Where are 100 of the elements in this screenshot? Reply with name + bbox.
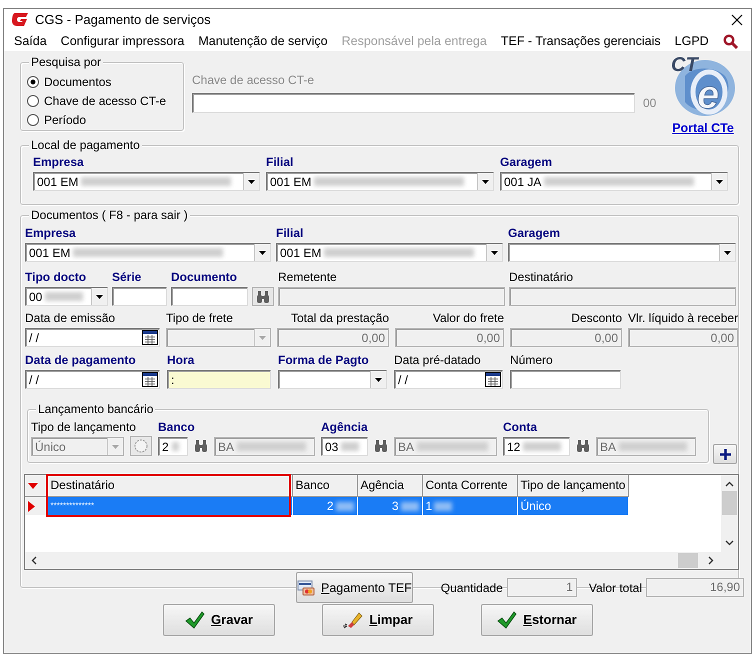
group-legend: Local de pagamento — [29, 138, 142, 152]
card-icon — [297, 580, 315, 596]
binoculars-icon — [256, 290, 270, 302]
calendar-icon[interactable] — [142, 372, 158, 387]
radio-button[interactable] — [27, 94, 39, 106]
input-field[interactable] — [171, 287, 248, 306]
field-label: Desconto — [571, 311, 622, 325]
calendar-icon[interactable] — [485, 372, 501, 387]
dropdown-field[interactable] — [278, 370, 387, 389]
table-cell: 2 — [292, 496, 357, 515]
circle-icon — [134, 439, 148, 453]
round-button[interactable] — [130, 436, 152, 456]
field-label: Série — [112, 270, 142, 284]
caret-icon — [724, 250, 731, 254]
field-label: Garagem — [508, 226, 560, 240]
field-label: Tipo de lançamento — [31, 420, 136, 434]
action-button[interactable]: Estornar — [481, 604, 593, 636]
caret-icon — [491, 250, 498, 254]
horizontal-scrollbar[interactable] — [25, 552, 738, 569]
triangle-right-icon — [28, 501, 35, 512]
dropdown-field[interactable]: 001 JA — [500, 172, 728, 191]
group-legend: Documentos ( F8 - para sair ) — [29, 208, 190, 222]
group-legend: Lançamento bancário — [36, 402, 156, 416]
scroll-up-icon[interactable] — [725, 481, 734, 487]
binoculars-icon[interactable] — [374, 440, 388, 452]
scroll-down-icon[interactable] — [725, 540, 734, 546]
triangle-down-icon — [28, 483, 38, 490]
date-field[interactable]: / / — [25, 370, 160, 389]
input-field[interactable]: 03 — [321, 437, 368, 456]
access-key-field[interactable] — [192, 93, 635, 113]
check-icon — [497, 611, 518, 629]
dropdown-field[interactable]: 00 — [25, 287, 108, 306]
dropdown-field[interactable] — [508, 243, 736, 262]
field-label: Quantidade — [440, 580, 503, 594]
field-label: Total da prestação — [290, 311, 389, 325]
field-label: Data de emissão — [25, 311, 116, 325]
time-field[interactable]: : — [167, 370, 271, 389]
field-label: Documento — [171, 270, 237, 284]
app-logo-icon — [12, 12, 29, 28]
field-label: Remetente — [278, 270, 337, 284]
menu-item[interactable]: Saída — [14, 34, 53, 48]
caret-icon — [259, 336, 266, 340]
caret-icon — [96, 294, 103, 298]
option-label: Chave de acesso CT-e — [44, 94, 166, 108]
input-field[interactable] — [510, 370, 621, 389]
column-header[interactable]: Tipo de lançamento — [517, 475, 629, 496]
column-header[interactable]: Destinatário — [47, 475, 292, 496]
action-button[interactable]: Gravar — [163, 604, 275, 636]
menu-item[interactable]: TEF - Transações gerenciais — [500, 34, 667, 48]
search-icon[interactable] — [722, 34, 738, 48]
input-field[interactable]: 12 — [503, 437, 570, 456]
action-button[interactable]: Limpar — [322, 604, 434, 636]
plus-icon — [720, 448, 730, 460]
group-legend: Pesquisa por — [29, 55, 104, 69]
dropdown-field[interactable]: 001 EM — [33, 172, 260, 191]
input-field[interactable]: 2 — [158, 437, 188, 456]
caret-icon — [375, 378, 382, 382]
field-suffix: 00 — [643, 96, 656, 110]
field-label: Tipo de frete — [166, 311, 233, 325]
dropdown-field[interactable]: 001 EM — [266, 172, 494, 191]
lookup-button[interactable] — [252, 287, 274, 306]
add-button[interactable] — [713, 444, 737, 464]
menu-item[interactable]: Manutenção de serviço — [198, 34, 334, 48]
calendar-icon[interactable] — [142, 330, 158, 345]
radio-button[interactable] — [27, 76, 39, 88]
option-label: Período — [44, 112, 86, 126]
date-field[interactable]: / / — [394, 370, 503, 389]
binoculars-icon[interactable] — [194, 440, 208, 452]
tef-payment-button[interactable]: Pagamento TEF — [296, 572, 413, 603]
caret-icon — [482, 180, 489, 184]
column-header[interactable]: Conta Corrente — [422, 475, 517, 496]
menu-item[interactable]: LGPD — [674, 34, 715, 48]
option-label: Documentos — [44, 74, 112, 88]
scroll-left-icon[interactable] — [31, 556, 37, 565]
scroll-right-icon[interactable] — [708, 556, 714, 565]
field-label: Empresa — [33, 155, 84, 169]
scroll-thumb[interactable] — [678, 553, 698, 568]
column-header[interactable]: Banco — [292, 475, 357, 496]
field-label: Garagem — [500, 155, 552, 169]
field-label: Banco — [158, 420, 195, 434]
field-label: Agência — [321, 420, 368, 434]
vertical-scrollbar[interactable] — [721, 475, 738, 552]
caret-icon — [716, 180, 723, 184]
dropdown-field[interactable]: 001 EM — [276, 243, 503, 262]
field-label: Data de pagamento — [25, 353, 136, 367]
quantity-field: 1 — [506, 578, 577, 597]
scroll-thumb[interactable] — [722, 491, 737, 515]
portal-link[interactable]: Portal CTe — [672, 121, 734, 135]
close-icon[interactable] — [731, 14, 743, 26]
date-field[interactable]: / / — [25, 328, 160, 347]
input-field[interactable] — [112, 287, 167, 306]
radio-button[interactable] — [27, 114, 39, 126]
caret-icon — [112, 444, 119, 448]
binoculars-icon[interactable] — [576, 440, 590, 452]
eraser-icon — [343, 611, 364, 629]
row-indicator[interactable] — [25, 496, 47, 515]
table-cell: 3 — [357, 496, 422, 515]
menu-item[interactable]: Configurar impressora — [60, 34, 190, 48]
column-header[interactable]: Agência — [357, 475, 422, 496]
dropdown-field[interactable]: 001 EM — [25, 243, 271, 262]
